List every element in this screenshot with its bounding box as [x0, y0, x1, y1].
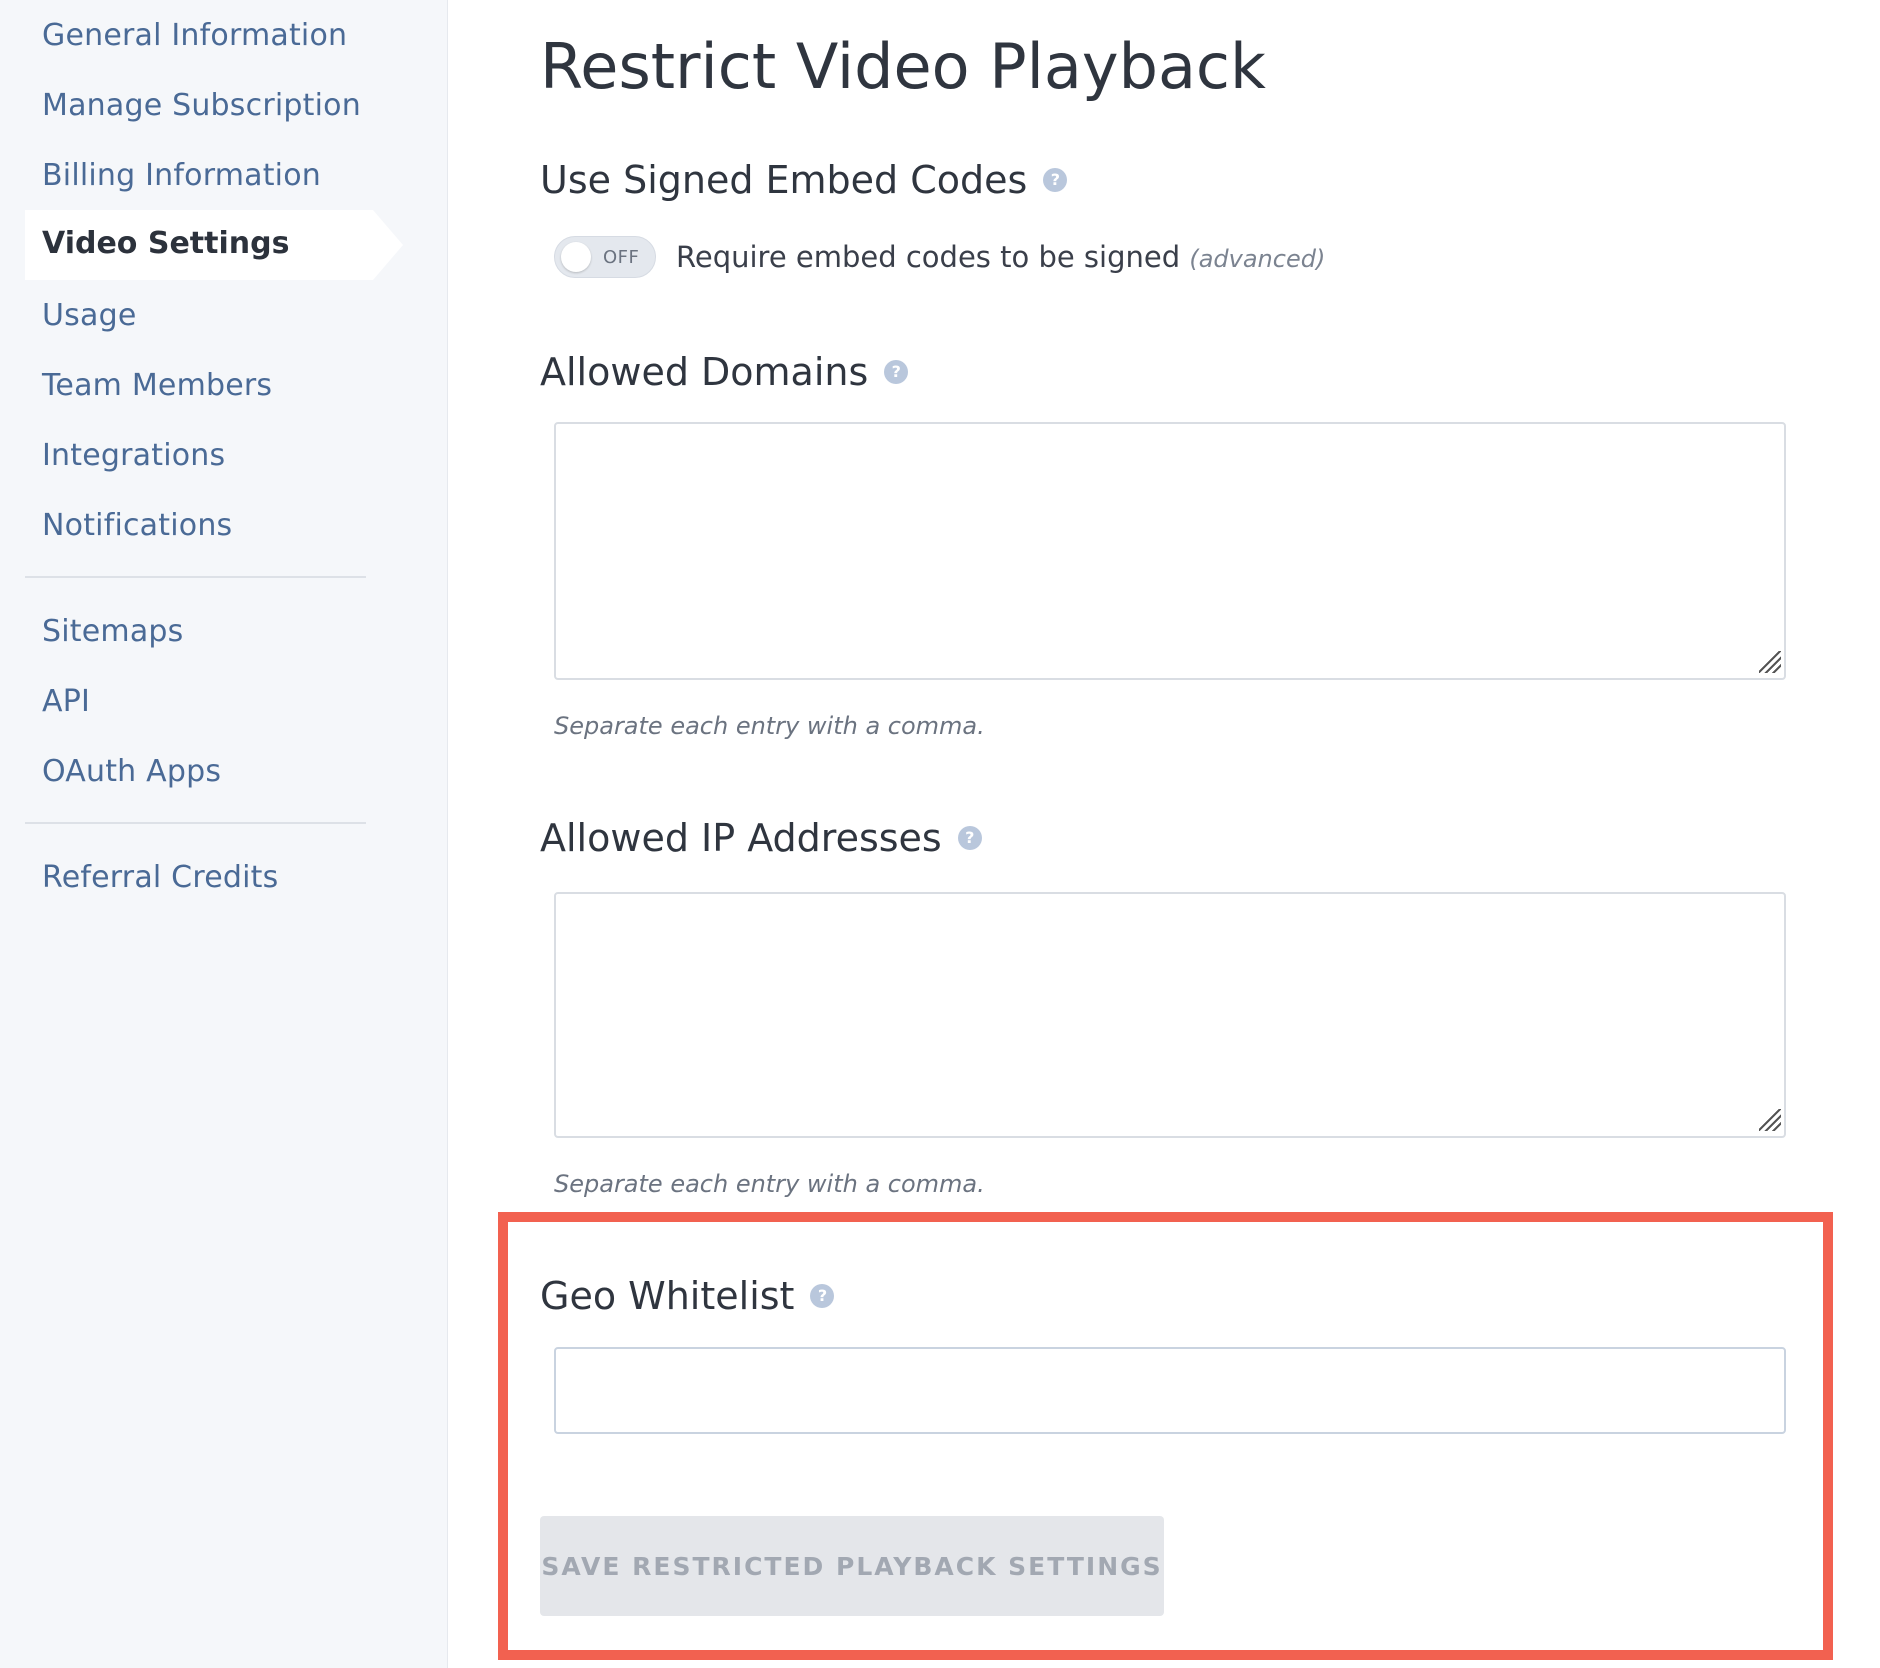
save-restricted-playback-button[interactable]: SAVE RESTRICTED PLAYBACK SETTINGS	[540, 1516, 1164, 1616]
sidebar-item-manage-subscription[interactable]: Manage Subscription	[42, 88, 361, 123]
sidebar-item-usage[interactable]: Usage	[42, 298, 136, 333]
help-icon[interactable]: ?	[1043, 168, 1068, 192]
sidebar-item-team-members[interactable]: Team Members	[42, 368, 272, 403]
section-title-text: Allowed IP Addresses	[540, 816, 942, 860]
geo-whitelist-heading: Geo Whitelist ?	[540, 1274, 835, 1318]
help-icon[interactable]: ?	[957, 826, 982, 850]
allowed-ips-hint: Separate each entry with a comma.	[554, 1170, 985, 1198]
signed-embed-toggle[interactable]: OFF	[554, 236, 656, 278]
help-icon[interactable]: ?	[810, 1284, 835, 1308]
settings-sidebar: General Information Manage Subscription …	[0, 0, 448, 1668]
sidebar-item-notifications[interactable]: Notifications	[42, 508, 232, 543]
section-title-text: Allowed Domains	[540, 350, 869, 394]
help-icon[interactable]: ?	[884, 360, 909, 384]
sidebar-item-billing-information[interactable]: Billing Information	[42, 158, 321, 193]
sidebar-divider	[25, 576, 366, 578]
toggle-knob	[561, 242, 591, 272]
sidebar-item-sitemaps[interactable]: Sitemaps	[42, 614, 183, 649]
resize-handle-icon[interactable]	[1759, 651, 1781, 673]
section-title-text: Use Signed Embed Codes	[540, 158, 1028, 202]
sidebar-item-oauth-apps[interactable]: OAuth Apps	[42, 754, 221, 789]
allowed-ips-textarea[interactable]	[554, 892, 1786, 1138]
sidebar-divider	[25, 822, 366, 824]
sidebar-item-general-information[interactable]: General Information	[42, 18, 347, 53]
allowed-domains-hint: Separate each entry with a comma.	[554, 712, 985, 740]
sidebar-item-label: Video Settings	[42, 226, 290, 261]
signed-embed-heading: Use Signed Embed Codes ?	[540, 158, 1068, 202]
sidebar-item-api[interactable]: API	[42, 684, 90, 719]
main-content: Restrict Video Playback Use Signed Embed…	[448, 0, 1880, 1668]
toggle-state-label: OFF	[603, 247, 640, 268]
signed-embed-description: Require embed codes to be signed (advanc…	[676, 240, 1325, 274]
toggle-description-text: Require embed codes to be signed	[676, 240, 1181, 274]
sidebar-item-referral-credits[interactable]: Referral Credits	[42, 860, 278, 895]
resize-handle-icon[interactable]	[1759, 1109, 1781, 1131]
allowed-domains-textarea[interactable]	[554, 422, 1786, 680]
sidebar-item-video-settings[interactable]: Video Settings	[25, 210, 403, 280]
allowed-ips-heading: Allowed IP Addresses ?	[540, 816, 982, 860]
section-title-text: Geo Whitelist	[540, 1274, 795, 1318]
advanced-note: (advanced)	[1189, 245, 1326, 273]
page-title: Restrict Video Playback	[540, 30, 1266, 103]
sidebar-item-integrations[interactable]: Integrations	[42, 438, 225, 473]
allowed-domains-heading: Allowed Domains ?	[540, 350, 909, 394]
geo-whitelist-input[interactable]	[554, 1347, 1786, 1434]
